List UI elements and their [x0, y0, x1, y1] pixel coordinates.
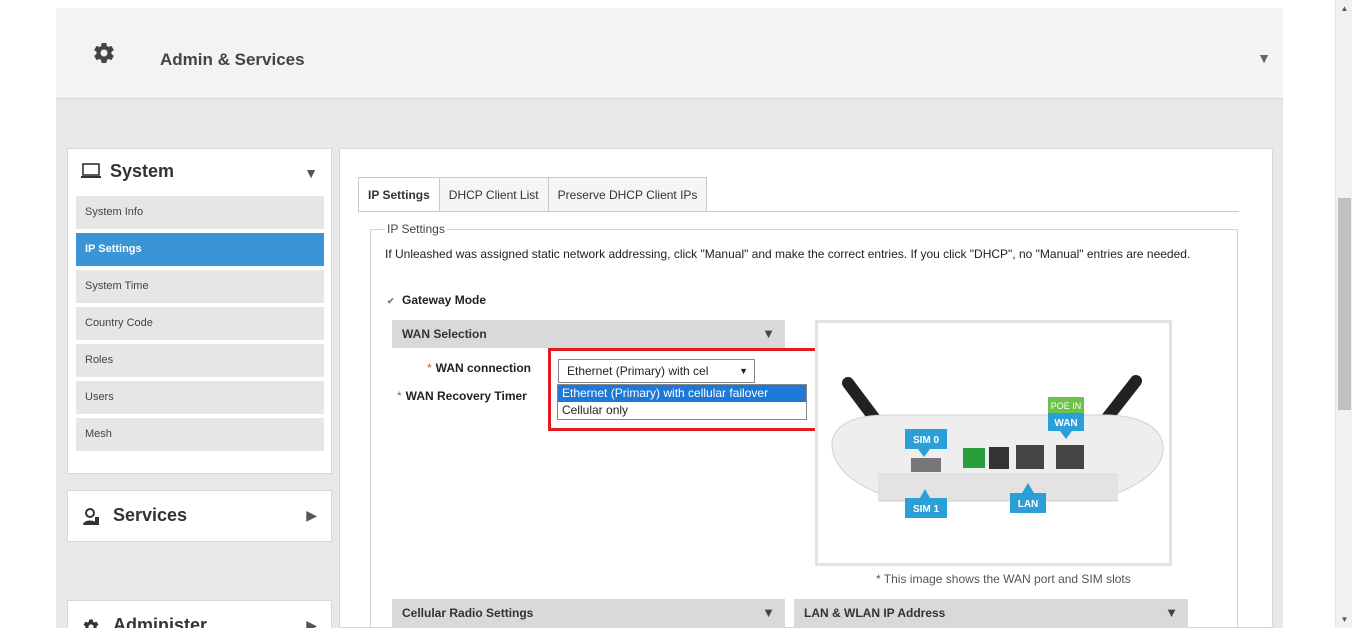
scroll-up-icon[interactable]: ▲ — [1336, 0, 1352, 17]
gear-icon — [94, 43, 114, 64]
lan-wlan-ip-address-label: LAN & WLAN IP Address — [804, 606, 946, 620]
sidebar-item-ip-settings[interactable]: IP Settings — [76, 233, 324, 266]
administer-menu[interactable]: Administer ▶ — [67, 600, 332, 628]
wan-connection-label: WAN connection — [435, 361, 532, 375]
tab-bar: IP Settings DHCP Client List Preserve DH… — [358, 177, 708, 212]
chevron-down-icon[interactable]: ▼ — [762, 326, 775, 341]
admin-services-header[interactable]: Admin & Services ▼ — [56, 8, 1283, 99]
image-caption: * This image shows the WAN port and SIM … — [876, 572, 1131, 586]
sidebar-item-system-time[interactable]: System Time — [76, 270, 324, 303]
chevron-right-icon[interactable]: ▶ — [306, 617, 317, 628]
services-menu[interactable]: Services ▶ — [67, 490, 332, 542]
wan-recovery-field-label: * WAN Recovery Timer — [397, 389, 527, 403]
gear-icon — [83, 619, 99, 628]
ip-settings-description: If Unleashed was assigned static network… — [385, 247, 1191, 261]
header-title: Admin & Services — [160, 50, 305, 69]
administer-menu-label: Administer — [113, 615, 208, 628]
tab-divider — [358, 211, 1239, 212]
system-menu-label: System — [110, 161, 175, 181]
sidebar-item-roles[interactable]: Roles — [76, 344, 324, 377]
fieldset-legend: IP Settings — [385, 222, 447, 236]
wan-label: WAN — [1054, 418, 1077, 429]
poe-in-label: POE IN — [1051, 401, 1082, 411]
highlight-box — [548, 348, 827, 431]
sidebar-item-mesh[interactable]: Mesh — [76, 418, 324, 451]
wan-selection-bar[interactable]: WAN Selection ▼ — [392, 320, 785, 348]
sim1-label: SIM 1 — [913, 504, 940, 515]
header-collapse-icon[interactable]: ▼ — [1257, 50, 1271, 66]
lan-label: LAN — [1018, 499, 1039, 510]
chevron-down-icon[interactable]: ▼ — [304, 165, 318, 181]
services-icon — [83, 508, 99, 525]
sim0-label: SIM 0 — [913, 435, 940, 446]
page-scrollbar[interactable]: ▲ ▼ — [1335, 0, 1352, 628]
laptop-icon — [81, 163, 101, 178]
sidebar-item-users[interactable]: Users — [76, 381, 324, 414]
chevron-down-icon[interactable]: ▼ — [1165, 605, 1178, 620]
access-point-illustration: SIM 0 SIM 1 LAN POE IN WAN — [831, 375, 1164, 518]
lan-wlan-ip-address-bar[interactable]: LAN & WLAN IP Address ▼ — [794, 599, 1188, 627]
gateway-mode[interactable]: ✔ Gateway Mode — [387, 293, 486, 307]
system-menu-header[interactable]: System ▼ — [68, 149, 331, 194]
checkbox-icon[interactable]: ✔ — [387, 296, 397, 306]
required-mark: * — [427, 361, 432, 375]
services-menu-label: Services — [113, 505, 188, 525]
scrollbar-thumb[interactable] — [1338, 198, 1351, 410]
wan-connection-field-label: * WAN connection — [427, 361, 531, 375]
ip-settings-content: IP Settings DHCP Client List Preserve DH… — [339, 148, 1273, 628]
device-image: SIM 0 SIM 1 LAN POE IN WAN — [815, 320, 1172, 566]
tab-dhcp-client-list[interactable]: DHCP Client List — [438, 177, 549, 212]
sidebar-item-system-info[interactable]: System Info — [76, 196, 324, 229]
tab-preserve-dhcp-client-ips[interactable]: Preserve DHCP Client IPs — [547, 177, 708, 212]
scroll-down-icon[interactable]: ▼ — [1336, 611, 1352, 628]
sidebar-item-country-code[interactable]: Country Code — [76, 307, 324, 340]
required-mark: * — [397, 389, 402, 403]
chevron-down-icon[interactable]: ▼ — [762, 605, 775, 620]
wan-recovery-label: WAN Recovery Timer — [405, 389, 527, 403]
gateway-mode-label: Gateway Mode — [402, 293, 487, 307]
cellular-radio-settings-bar[interactable]: Cellular Radio Settings ▼ — [392, 599, 785, 627]
chevron-right-icon[interactable]: ▶ — [306, 507, 317, 524]
cellular-radio-settings-label: Cellular Radio Settings — [402, 606, 534, 620]
system-menu: System ▼ System Info IP Settings System … — [67, 148, 332, 474]
wan-selection-label: WAN Selection — [402, 327, 487, 341]
tab-ip-settings[interactable]: IP Settings — [358, 177, 440, 212]
